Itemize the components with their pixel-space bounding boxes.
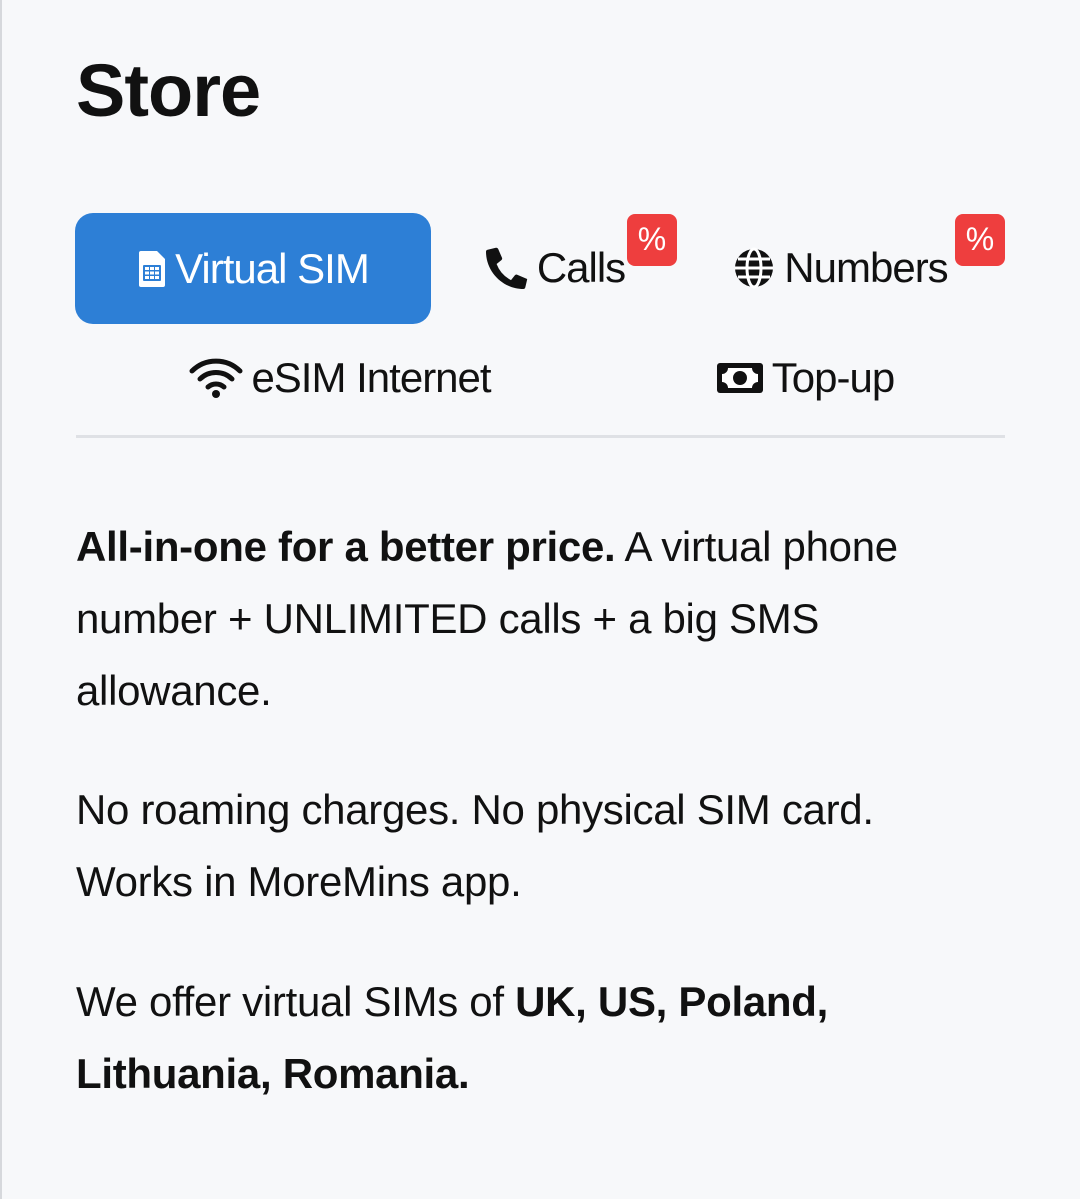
description-paragraph-3: We offer virtual SIMs of UK, US, Poland,…	[76, 966, 1006, 1110]
sim-card-icon	[137, 249, 167, 289]
description-headline: All-in-one for a better price.	[76, 523, 616, 570]
tab-esim-internet[interactable]: eSIM Internet	[170, 345, 510, 411]
wifi-icon	[189, 358, 243, 398]
tab-virtual-sim-label: Virtual SIM	[175, 244, 370, 292]
tab-virtual-sim[interactable]: Virtual SIM	[75, 213, 431, 324]
globe-icon	[732, 246, 776, 290]
calls-discount-badge: %	[627, 214, 677, 266]
page-title: Store	[76, 49, 261, 132]
money-icon	[716, 362, 764, 394]
tab-calls[interactable]: Calls	[470, 235, 640, 301]
tab-numbers[interactable]: Numbers	[720, 235, 960, 301]
tab-esim-internet-label: eSIM Internet	[251, 354, 491, 401]
description-paragraph-1: All-in-one for a better price. A virtual…	[76, 511, 1006, 727]
phone-icon	[485, 246, 529, 290]
tab-top-up-label: Top-up	[771, 354, 895, 401]
tab-top-up[interactable]: Top-up	[690, 345, 920, 411]
numbers-discount-badge: %	[955, 214, 1005, 266]
tabs-divider	[76, 435, 1005, 438]
countries-intro: We offer virtual SIMs of	[76, 978, 516, 1025]
tab-calls-label: Calls	[536, 244, 626, 291]
tab-numbers-label: Numbers	[784, 244, 948, 291]
description-paragraph-2: No roaming charges. No physical SIM card…	[76, 786, 874, 905]
left-border	[0, 0, 2, 1199]
